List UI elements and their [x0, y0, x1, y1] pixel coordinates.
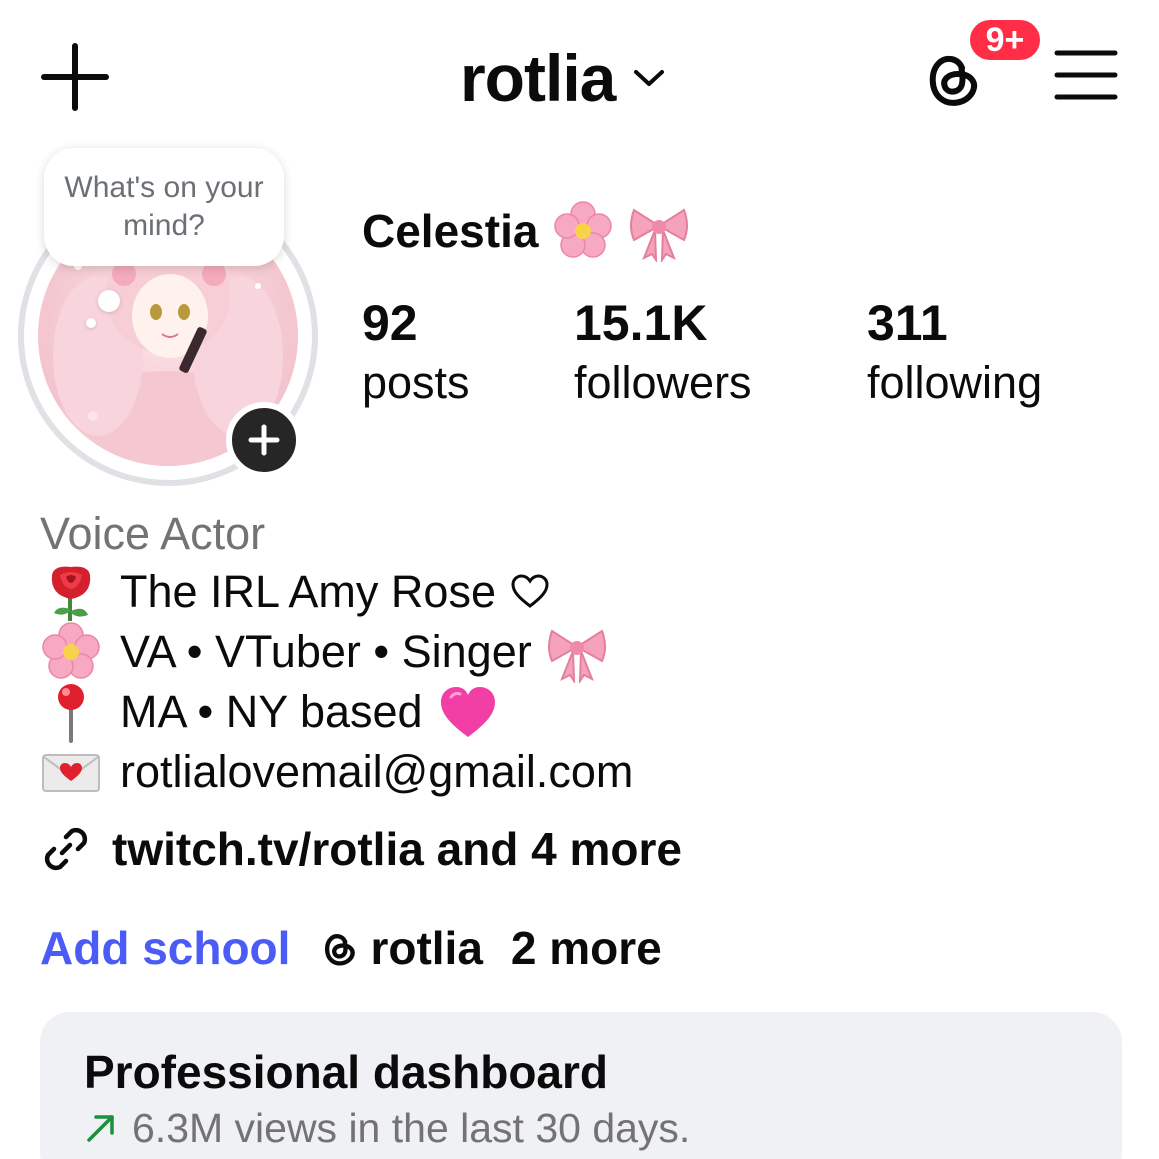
- threads-profile-chip[interactable]: rotlia: [318, 918, 483, 978]
- followers-count: 15.1K: [574, 295, 708, 351]
- plus-icon: [41, 43, 109, 111]
- following-stat[interactable]: 311 following: [867, 296, 1042, 416]
- cherry-blossom-icon: [42, 622, 100, 679]
- round-pushpin-icon: [58, 684, 84, 743]
- more-chips-button[interactable]: 2 more: [511, 918, 662, 978]
- chevron-down-icon: [633, 68, 665, 88]
- bio-line-text: MA • NY based: [120, 686, 423, 737]
- link-icon: [44, 827, 88, 871]
- add-story-button[interactable]: [226, 402, 302, 478]
- notification-badge: 9+: [966, 16, 1044, 64]
- trend-up-arrow-icon: [87, 1115, 114, 1142]
- bio-line-text: VA • VTuber • Singer: [120, 626, 532, 677]
- note-text: What's on your mind?: [64, 170, 264, 242]
- bio-line-text: The IRL Amy Rose: [120, 566, 496, 617]
- professional-dashboard[interactable]: Professional dashboard 6.3M views in the…: [40, 1012, 1122, 1159]
- display-name: Celestia: [362, 205, 539, 257]
- dashboard-subtitle: 6.3M views in the last 30 days.: [132, 1105, 691, 1151]
- external-links[interactable]: twitch.tv/rotlia and 4 more: [38, 818, 682, 880]
- username: rotlia: [460, 41, 616, 115]
- bio-line: The IRL Amy Rose: [40, 562, 550, 622]
- followers-label: followers: [574, 357, 752, 408]
- profile-chips: Add school rotlia 2 more: [40, 918, 662, 978]
- account-switcher[interactable]: rotlia: [460, 38, 665, 118]
- posts-label: posts: [362, 357, 470, 408]
- create-button[interactable]: [40, 42, 110, 112]
- following-count: 311: [867, 295, 948, 351]
- bio-line: VA • VTuber • Singer: [40, 622, 608, 683]
- following-label: following: [867, 357, 1043, 408]
- white-heart-outline-icon: [511, 574, 549, 608]
- ribbon-icon: [547, 629, 606, 683]
- posts-count: 92: [362, 295, 418, 351]
- threads-icon: [325, 934, 356, 966]
- posts-stat[interactable]: 92 posts: [362, 296, 470, 416]
- bio-line: MA • NY based: [40, 682, 499, 743]
- ribbon-icon: [630, 208, 689, 262]
- cherry-blossom-icon: [554, 201, 613, 258]
- love-letter-icon: [42, 754, 100, 792]
- note-bubble-tail-small: [86, 318, 96, 328]
- menu-button[interactable]: [1054, 48, 1118, 102]
- plus-icon: [248, 424, 280, 456]
- followers-stat[interactable]: 15.1K followers: [574, 296, 752, 416]
- add-school-link[interactable]: Add school: [40, 918, 290, 978]
- hamburger-menu-icon: [1054, 50, 1118, 100]
- dashboard-title: Professional dashboard: [84, 1046, 609, 1098]
- display-name-row: Celestia: [362, 198, 690, 264]
- pink-heart-icon: [440, 687, 495, 737]
- external-links-text: twitch.tv/rotlia and 4 more: [112, 823, 682, 875]
- threads-handle: rotlia: [370, 922, 483, 974]
- dashboard-subtitle-row: 6.3M views in the last 30 days.: [84, 1104, 690, 1152]
- rose-icon: [51, 566, 91, 621]
- email-text[interactable]: rotlialovemail@gmail.com: [120, 742, 633, 802]
- bio-category: Voice Actor: [40, 508, 266, 559]
- bio-line: rotlialovemail@gmail.com: [40, 742, 633, 802]
- note-bubble[interactable]: What's on your mind?: [44, 148, 284, 266]
- note-bubble-tail: [98, 290, 120, 312]
